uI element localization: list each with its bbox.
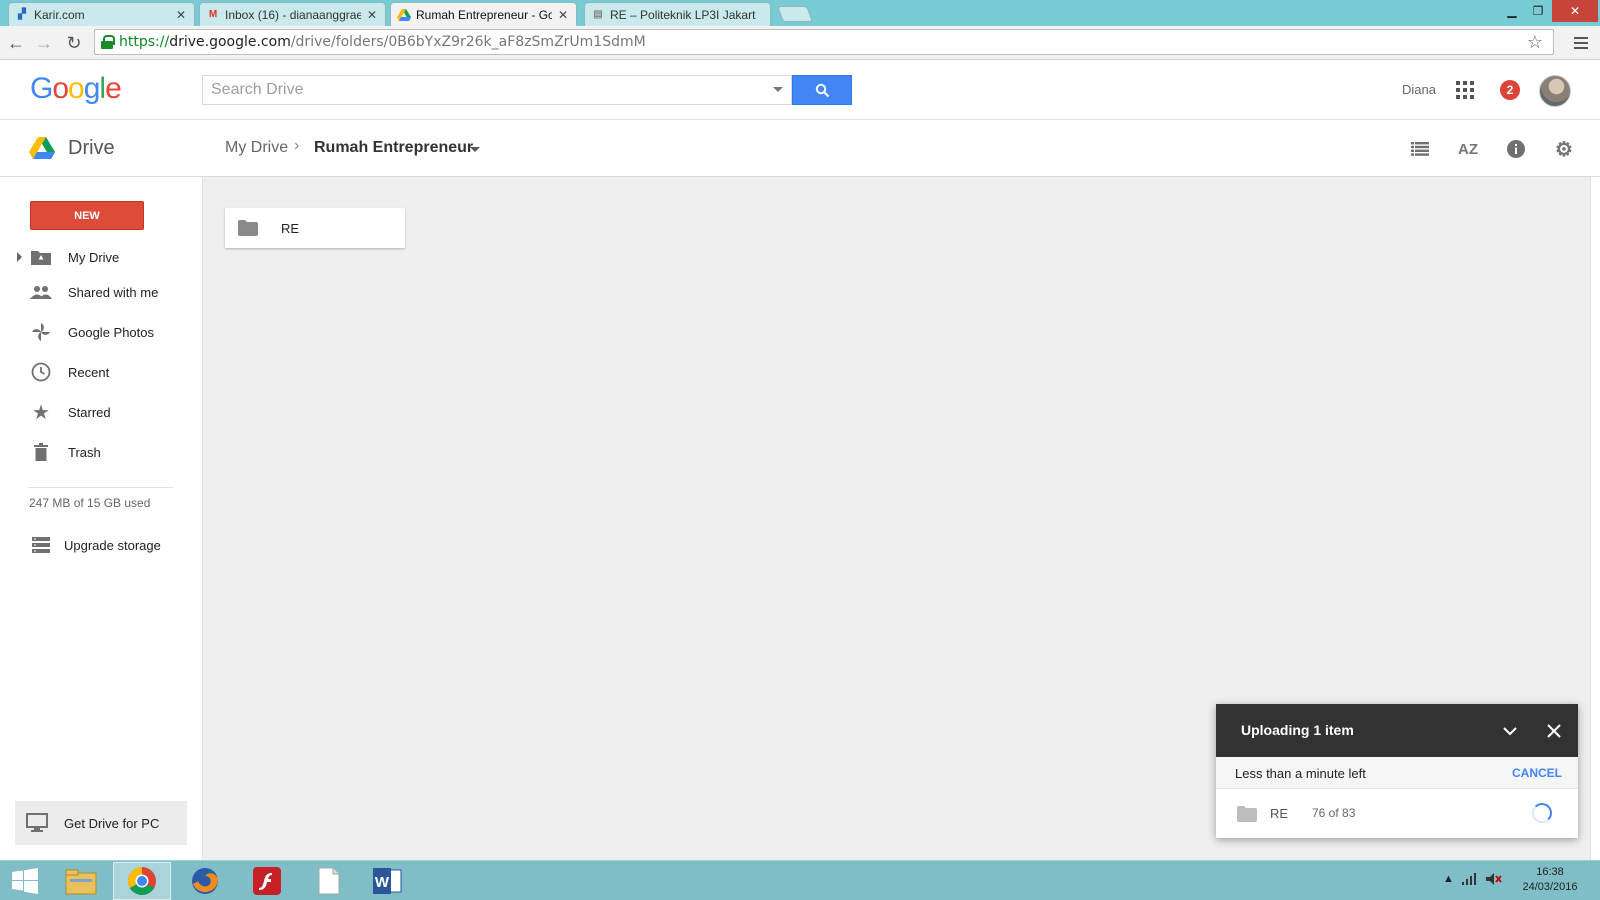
tab-inbox[interactable]: M Inbox (16) - dianaanggrae ✕ [199, 2, 386, 26]
sidebar-item-shared-with-me[interactable]: Shared with me [0, 274, 203, 310]
storage-usage: 247 MB of 15 GB used [29, 496, 151, 510]
close-tab-icon[interactable]: ✕ [365, 8, 379, 22]
collapse-chevron-icon[interactable] [1498, 719, 1522, 743]
new-tab-button[interactable] [777, 6, 813, 22]
folder-icon [1237, 806, 1257, 825]
bookmark-star-icon[interactable]: ☆ [1527, 32, 1543, 53]
settings-gear-icon[interactable]: ⚙ [1552, 137, 1576, 161]
sidebar: NEW My Drive Shared with me Google Photo… [0, 177, 203, 860]
tab-rumah-entrepreneur[interactable]: Rumah Entrepreneur - Go ✕ [390, 2, 577, 26]
search-options-dropdown-icon[interactable] [773, 87, 783, 92]
search-box [202, 75, 792, 105]
trash-icon [30, 441, 52, 463]
breadcrumb-my-drive[interactable]: My Drive [225, 139, 288, 157]
upload-item-row: RE 76 of 83 [1216, 789, 1578, 838]
sidebar-item-starred[interactable]: ★ Starred [0, 394, 203, 430]
new-button[interactable]: NEW [30, 201, 144, 230]
system-clock[interactable]: 16:38 24/03/2016 [1510, 865, 1590, 895]
site-favicon-icon: ▤ [593, 9, 603, 20]
sidebar-divider [28, 487, 173, 488]
windows-taskbar: W ▲ 16:38 24/03/2016 [0, 860, 1600, 900]
upload-progress-spinner-icon [1532, 803, 1552, 823]
google-header: Google Diana 2 [0, 60, 1600, 120]
account-name[interactable]: Diana [1402, 82, 1436, 97]
reload-icon[interactable]: ↻ [62, 31, 86, 55]
browser-tab-strip: ▞ Karir.com ✕ M Inbox (16) - dianaanggra… [0, 0, 1600, 26]
upload-item-name: RE [1270, 806, 1289, 821]
word-icon[interactable]: W [358, 862, 416, 900]
apps-grid-icon[interactable] [1456, 81, 1474, 99]
scrollbar[interactable] [1590, 177, 1600, 860]
sidebar-item-trash[interactable]: Trash [0, 434, 203, 470]
lock-icon [101, 35, 115, 49]
monitor-icon [26, 813, 48, 836]
drive-subheader: Drive My Drive › Rumah Entrepreneur AZ ⚙ [0, 120, 1600, 177]
close-icon[interactable] [1542, 719, 1566, 743]
star-icon: ★ [32, 401, 50, 424]
search-button[interactable] [792, 75, 852, 105]
svg-text:W: W [375, 874, 390, 891]
upload-time-left: Less than a minute left [1235, 766, 1366, 781]
chrome-taskbar-icon[interactable] [113, 862, 171, 900]
notifications-badge[interactable]: 2 [1500, 80, 1520, 100]
chrome-menu-icon[interactable] [1574, 31, 1594, 55]
avatar[interactable] [1539, 75, 1571, 107]
sidebar-item-my-drive[interactable]: My Drive [0, 239, 203, 275]
upload-status-bar: Less than a minute left CANCEL [1216, 757, 1578, 789]
people-icon [30, 281, 52, 303]
flash-icon[interactable] [238, 862, 296, 900]
folder-menu-caret-icon[interactable] [470, 147, 480, 152]
show-hidden-icons-icon[interactable]: ▲ [1443, 873, 1454, 885]
get-drive-for-pc-button[interactable]: Get Drive for PC [15, 801, 187, 845]
cancel-upload-button[interactable]: CANCEL [1512, 766, 1562, 780]
drive-favicon-icon [397, 8, 411, 22]
app-title: Drive [68, 137, 115, 159]
window-close-icon[interactable]: ✕ [1552, 0, 1598, 22]
my-drive-icon [30, 246, 52, 268]
clock-icon [30, 361, 52, 383]
google-logo[interactable]: Google [30, 72, 122, 106]
upload-panel-header: Uploading 1 item [1216, 704, 1578, 757]
list-view-icon[interactable] [1408, 137, 1432, 161]
windows-start-icon[interactable] [0, 862, 50, 900]
back-arrow-icon[interactable]: ← [4, 31, 28, 55]
storage-icon [30, 534, 52, 556]
close-tab-icon[interactable]: ✕ [174, 8, 188, 22]
forward-arrow-icon[interactable]: → [32, 31, 56, 55]
sidebar-item-google-photos[interactable]: Google Photos [0, 314, 203, 350]
expand-arrow-icon[interactable] [17, 252, 22, 262]
info-icon[interactable] [1504, 137, 1528, 161]
upload-title: Uploading 1 item [1241, 722, 1354, 738]
file-explorer-icon[interactable] [52, 862, 110, 900]
tab-re-politeknik[interactable]: ▤ RE – Politeknik LP3I Jakart [584, 2, 771, 26]
network-signal-icon[interactable] [1462, 873, 1478, 888]
breadcrumb-current-folder[interactable]: Rumah Entrepreneur [314, 139, 473, 157]
upgrade-storage-link[interactable]: Upgrade storage [0, 527, 203, 563]
chevron-right-icon: › [294, 137, 300, 154]
folder-icon [238, 220, 258, 239]
folder-tile[interactable]: RE [225, 208, 405, 248]
folder-name: RE [281, 220, 300, 236]
search-input[interactable] [203, 76, 763, 104]
drive-logo-icon[interactable] [29, 137, 55, 163]
gmail-favicon-icon: M [208, 9, 218, 20]
firefox-icon[interactable] [176, 862, 234, 900]
browser-toolbar: ← → ↻ https://drive.google.com/drive/fol… [0, 26, 1600, 60]
upload-panel: Uploading 1 item Less than a minute left… [1216, 704, 1578, 838]
restore-icon[interactable]: ❐ [1526, 0, 1550, 22]
close-tab-icon[interactable]: ✕ [556, 8, 570, 22]
karir-favicon-icon: ▞ [18, 9, 26, 20]
search-icon [815, 83, 829, 97]
sidebar-item-recent[interactable]: Recent [0, 354, 203, 390]
photos-pinwheel-icon [30, 321, 52, 343]
tab-karir[interactable]: ▞ Karir.com ✕ [8, 2, 195, 26]
sort-az-icon[interactable]: AZ [1456, 137, 1480, 161]
address-bar[interactable]: https://drive.google.com/drive/folders/0… [94, 29, 1554, 55]
upload-item-progress: 76 of 83 [1312, 806, 1356, 820]
document-icon[interactable] [300, 862, 358, 900]
volume-muted-icon[interactable] [1486, 873, 1502, 888]
minimize-icon[interactable]: ▁ [1500, 0, 1524, 22]
